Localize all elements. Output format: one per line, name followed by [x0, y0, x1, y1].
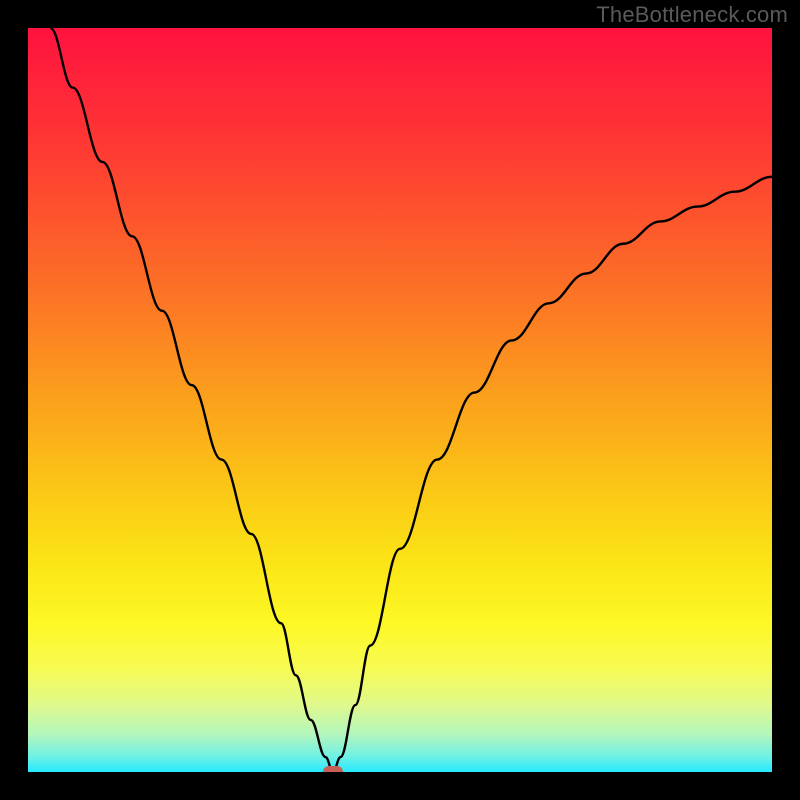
chart-svg [28, 28, 772, 772]
watermark-text: TheBottleneck.com [596, 2, 788, 28]
plot-frame [24, 24, 776, 776]
optimal-point-marker [323, 766, 343, 772]
chart-container: TheBottleneck.com [0, 0, 800, 800]
plot-area [28, 28, 772, 772]
gradient-background [28, 28, 772, 772]
